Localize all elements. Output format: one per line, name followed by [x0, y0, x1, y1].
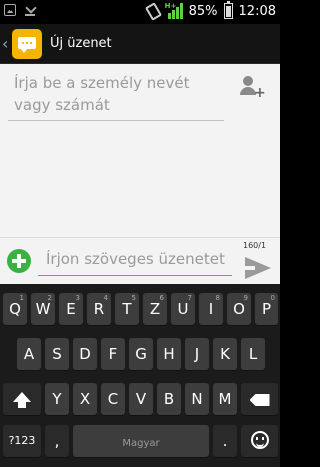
key-d[interactable]: D: [73, 338, 97, 370]
action-bar: ‹ Új üzenet: [0, 24, 280, 64]
backspace-key[interactable]: [241, 383, 278, 415]
space-key-label: Magyar: [122, 438, 160, 449]
period-key[interactable]: .: [213, 425, 237, 457]
key-i[interactable]: I8: [199, 293, 223, 325]
add-contact-icon[interactable]: +: [240, 76, 266, 100]
key-n[interactable]: N: [185, 383, 209, 415]
send-icon[interactable]: [245, 257, 271, 279]
key-y[interactable]: Y: [45, 383, 69, 415]
key-w[interactable]: W2: [31, 293, 55, 325]
key-a[interactable]: A: [17, 338, 41, 370]
clock: 12:08: [238, 3, 276, 19]
backspace-icon: [249, 394, 270, 406]
key-t[interactable]: T5: [115, 293, 139, 325]
vibrate-icon: [144, 1, 162, 21]
key-g[interactable]: G: [129, 338, 153, 370]
key-k[interactable]: K: [213, 338, 237, 370]
recipient-area: Írja be a személy nevét vagy számát +: [0, 64, 280, 237]
key-b[interactable]: B: [157, 383, 181, 415]
message-input[interactable]: Írjon szöveges üzenetet: [38, 247, 232, 276]
battery-percent: 85%: [188, 3, 218, 19]
network-type: H+: [164, 2, 177, 10]
character-counter: 160/1: [243, 241, 267, 250]
add-attachment-icon[interactable]: [7, 249, 31, 273]
key-p[interactable]: P0: [255, 293, 278, 325]
key-u[interactable]: U7: [171, 293, 195, 325]
signal-icon: H+: [164, 2, 183, 19]
key-h[interactable]: H: [157, 338, 181, 370]
compose-bar: Írjon szöveges üzenetet 160/1: [0, 237, 280, 284]
smiley-icon: [250, 431, 269, 449]
messaging-icon[interactable]: [12, 28, 42, 59]
space-key[interactable]: Magyar: [73, 425, 209, 457]
key-z[interactable]: Z6: [143, 293, 167, 325]
page-title: Új üzenet: [50, 36, 112, 51]
key-r[interactable]: R4: [87, 293, 111, 325]
key-f[interactable]: F: [101, 338, 125, 370]
comma-key[interactable]: ,: [45, 425, 69, 457]
key-v[interactable]: V: [129, 383, 153, 415]
key-q[interactable]: Q1: [3, 293, 27, 325]
shift-icon: [13, 392, 31, 408]
shift-key[interactable]: [3, 383, 41, 415]
key-o[interactable]: O9: [227, 293, 251, 325]
battery-icon: [223, 1, 233, 19]
back-chevron-icon[interactable]: ‹: [2, 34, 10, 53]
status-bar: H+ 85% 12:08: [0, 0, 280, 24]
download-icon: [24, 4, 36, 16]
key-j[interactable]: J: [185, 338, 209, 370]
image-icon: [4, 4, 16, 16]
recipient-input[interactable]: Írja be a személy nevét vagy számát: [8, 72, 224, 121]
key-s[interactable]: S: [45, 338, 69, 370]
emoji-key[interactable]: [241, 425, 278, 457]
key-c[interactable]: C: [101, 383, 125, 415]
symbols-key[interactable]: ?123: [3, 425, 41, 457]
key-l[interactable]: L: [241, 338, 265, 370]
keyboard: Q1 W2 E3 R4 T5 Z6 U7 I8 O9 P0 A S D F G …: [0, 284, 280, 467]
key-e[interactable]: E3: [59, 293, 83, 325]
key-m[interactable]: M: [213, 383, 237, 415]
key-x[interactable]: X: [73, 383, 97, 415]
